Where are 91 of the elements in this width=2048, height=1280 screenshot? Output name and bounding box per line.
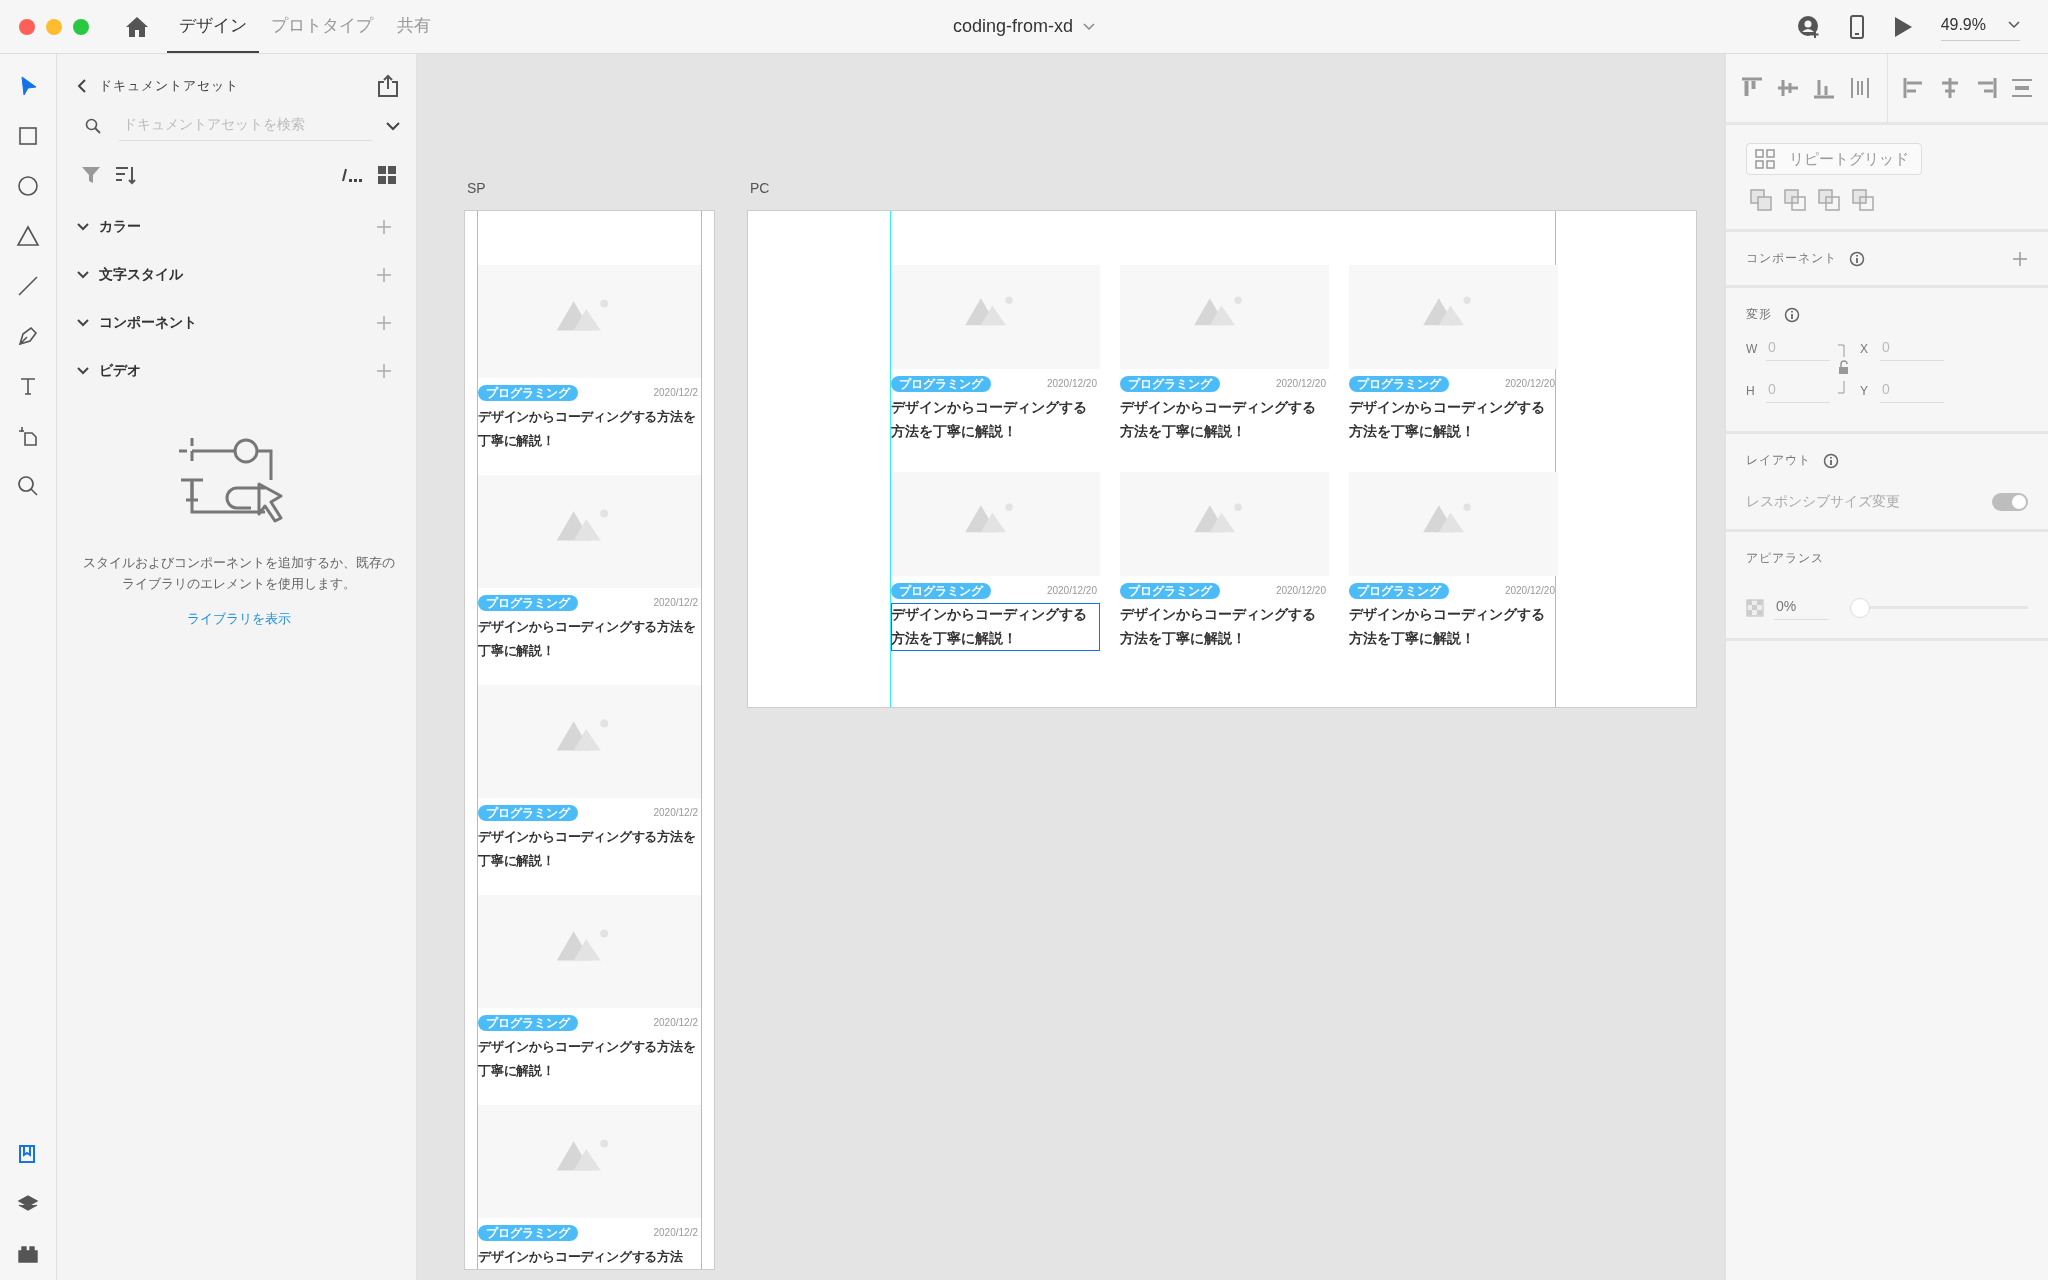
chevron-down-icon[interactable] <box>386 120 400 131</box>
rectangle-tool-icon[interactable] <box>16 124 40 148</box>
grid-icon <box>1755 149 1775 169</box>
section-label: コンポーネント <box>1746 250 1837 267</box>
align-icon[interactable] <box>2009 76 2034 100</box>
search-icon <box>85 117 101 134</box>
field-label: H <box>1746 384 1756 398</box>
info-icon[interactable] <box>1823 452 1839 469</box>
article-title: デザインからコーディングする方法を丁寧に解説！ <box>478 618 697 660</box>
sort-icon[interactable] <box>115 165 137 185</box>
line-tool-icon[interactable] <box>16 274 40 298</box>
home-icon[interactable] <box>125 15 149 38</box>
post-date: 2020/12/2 <box>653 387 698 398</box>
field-label: Y <box>1860 384 1869 398</box>
post-date: 2020/12/20 <box>1046 585 1097 596</box>
section-header[interactable]: ビデオ <box>99 362 366 380</box>
article-title: デザインからコーディングする方法を丁寧に解説！ <box>891 399 1088 441</box>
zoom-dropdown[interactable]: 49.9% <box>1940 12 2020 41</box>
section-label: 変形 <box>1746 306 1772 323</box>
field-label: W <box>1746 342 1756 356</box>
section-header[interactable]: コンポーネント <box>99 314 366 332</box>
article-title: デザインからコーディングする方法を丁寧に解説！ <box>1349 399 1546 441</box>
ellipse-tool-icon[interactable] <box>16 174 40 198</box>
info-icon[interactable] <box>1784 306 1800 323</box>
post-date: 2020/12/20 <box>1275 378 1326 389</box>
dimension-field[interactable]: 0 <box>1766 337 1830 361</box>
post-date: 2020/12/20 <box>1046 378 1097 389</box>
article-title: デザインからコーディングする方法を丁寧に解説！ <box>478 408 697 450</box>
filter-icon[interactable] <box>81 165 101 185</box>
category-tag: プログラミング <box>1349 375 1449 392</box>
chevron-icon[interactable] <box>77 366 89 376</box>
opacity-field[interactable]: 0% <box>1774 595 1828 620</box>
post-date: 2020/12/2 <box>653 807 698 818</box>
category-tag: プログラミング <box>1120 582 1220 599</box>
lock-icon[interactable] <box>1836 343 1850 395</box>
section-label: レイアウト <box>1746 452 1811 469</box>
article-title: デザインからコーディングする方法を丁寧に解説！ <box>1349 606 1546 648</box>
post-date: 2020/12/20 <box>1275 585 1326 596</box>
panel-title: ドキュメントアセット <box>99 77 239 95</box>
responsive-resize-toggle[interactable] <box>1992 493 2028 511</box>
post-date: 2020/12/2 <box>653 1017 698 1028</box>
article-title: デザインからコーディングする方法 <box>478 1248 684 1266</box>
section-header[interactable]: カラー <box>99 218 366 236</box>
post-date: 2020/12/2 <box>653 597 698 608</box>
chevron-icon[interactable] <box>77 318 89 328</box>
article-title: デザインからコーディングする方法を丁寧に解説！ <box>1120 606 1317 648</box>
back-icon[interactable] <box>77 79 87 93</box>
close-window-button[interactable] <box>19 18 35 35</box>
category-tag: プログラミング <box>478 594 578 611</box>
category-tag: プログラミング <box>478 384 578 401</box>
category-tag: プログラミング <box>478 804 578 821</box>
pen-tool-icon[interactable] <box>16 324 40 348</box>
document-title[interactable]: coding-from-xd <box>953 16 1073 37</box>
responsive-resize-label: レスポンシブサイズ変更 <box>1746 493 1900 511</box>
category-tag: プログラミング <box>1349 582 1449 599</box>
path-view-icon[interactable] <box>342 167 364 183</box>
category-tag: プログラミング <box>891 375 991 392</box>
chevron-icon[interactable] <box>77 222 89 232</box>
category-tag: プログラミング <box>478 1014 578 1031</box>
post-date: 2020/12/2 <box>653 1227 698 1238</box>
post-date: 2020/12/20 <box>1504 378 1555 389</box>
article-title: デザインからコーディングする方法を丁寧に解説！ <box>478 828 697 870</box>
dimension-field[interactable]: 0 <box>1880 337 1944 361</box>
category-tag: プログラミング <box>478 1224 578 1241</box>
artboard-label[interactable]: PC <box>747 180 1697 210</box>
play-icon[interactable] <box>1892 15 1913 38</box>
user-icon[interactable] <box>1796 14 1821 39</box>
article-title: デザインからコーディングする方法を丁寧に解説！ <box>1120 399 1317 441</box>
chevron-down-icon <box>2008 21 2020 29</box>
post-date: 2020/12/20 <box>1504 585 1555 596</box>
category-tag: プログラミング <box>1120 375 1220 392</box>
grid-view-icon[interactable] <box>378 166 396 184</box>
chevron-icon[interactable] <box>77 270 89 280</box>
phone-icon[interactable] <box>1848 14 1865 39</box>
article-title: デザインからコーディングする方法を丁寧に解説！ <box>891 603 1100 651</box>
share-icon[interactable] <box>376 74 400 98</box>
empty-state-message: スタイルおよびコンポーネントを追加するか、既存のライブラリのエレメントを使用します。 <box>81 554 396 593</box>
category-tag: プログラミング <box>891 582 991 599</box>
artboard-tool-icon[interactable] <box>16 424 40 448</box>
field-label: X <box>1860 342 1869 356</box>
section-label: アピアランス <box>1746 550 1825 567</box>
section-header[interactable]: 文字スタイル <box>99 266 366 284</box>
dimension-field[interactable]: 0 <box>1880 379 1944 403</box>
dimension-field[interactable]: 0 <box>1766 379 1830 403</box>
artboard-label[interactable]: SP <box>464 180 715 210</box>
slider-thumb[interactable] <box>1850 597 1870 618</box>
article-title: デザインからコーディングする方法を丁寧に解説！ <box>478 1038 697 1080</box>
opacity-icon <box>1746 598 1764 617</box>
info-icon[interactable] <box>1849 250 1865 267</box>
polygon-tool-icon[interactable] <box>16 224 40 248</box>
zoom-tool-icon[interactable] <box>16 474 40 498</box>
